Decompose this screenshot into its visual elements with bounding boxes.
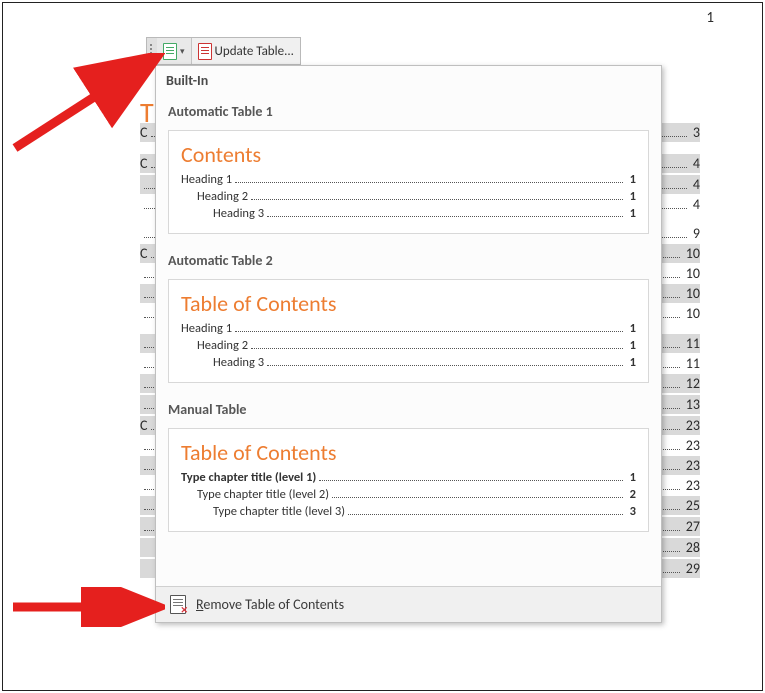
toolbar-grip[interactable] [147, 38, 157, 64]
gallery-preview-row: Heading 11 [181, 321, 636, 336]
annotation-arrow-bottom [5, 587, 165, 627]
remove-toc-label: Remove Table of Contents [196, 596, 344, 613]
app-frame: 1 T C 3C 4 4 4 9C 10 10 10 10 11 11 12 1… [2, 2, 763, 691]
gallery-item-manual-label: Manual Table [156, 391, 661, 424]
gallery-item-auto2-label: Automatic Table 2 [156, 242, 661, 275]
gallery-auto1-title: Contents [181, 141, 636, 168]
gallery-item-auto1-label: Automatic Table 1 [156, 93, 661, 126]
page-icon [163, 43, 177, 60]
remove-toc-menu-item[interactable]: Remove Table of Contents [156, 586, 661, 622]
gallery-header: Built-In [156, 66, 661, 93]
update-icon [198, 43, 212, 60]
remove-toc-icon [170, 595, 186, 614]
gallery-preview-row: Heading 31 [181, 206, 636, 221]
gallery-item-auto2[interactable]: Table of Contents Heading 11 Heading 21 He… [168, 279, 649, 383]
gallery-manual-title: Table of Contents [181, 439, 636, 466]
gallery-preview-row: Heading 11 [181, 172, 636, 187]
update-table-button[interactable]: Update Table... [192, 38, 300, 64]
gallery-preview-row: Heading 21 [181, 189, 636, 204]
chevron-down-icon: ▾ [180, 46, 185, 57]
gallery-preview-row: Type chapter title (level 3)3 [181, 504, 636, 519]
toc-gallery-dropdown: Built-In Automatic Table 1 Contents Head… [155, 65, 662, 623]
gallery-item-auto1[interactable]: Contents Heading 11 Heading 21 Heading 31 [168, 130, 649, 234]
gallery-preview-row: Heading 21 [181, 338, 636, 353]
page-number: 1 [706, 9, 714, 27]
gallery-preview-row: Heading 31 [181, 355, 636, 370]
toc-mini-toolbar: ▾ Update Table... [146, 37, 301, 65]
gallery-preview-row: Type chapter title (level 1)1 [181, 470, 636, 485]
gallery-auto2-title: Table of Contents [181, 290, 636, 317]
update-table-label: Update Table... [215, 44, 294, 59]
gallery-item-manual[interactable]: Table of Contents Type chapter title (le… [168, 428, 649, 532]
toc-gallery-button[interactable]: ▾ [157, 38, 192, 64]
gallery-preview-row: Type chapter title (level 2)2 [181, 487, 636, 502]
